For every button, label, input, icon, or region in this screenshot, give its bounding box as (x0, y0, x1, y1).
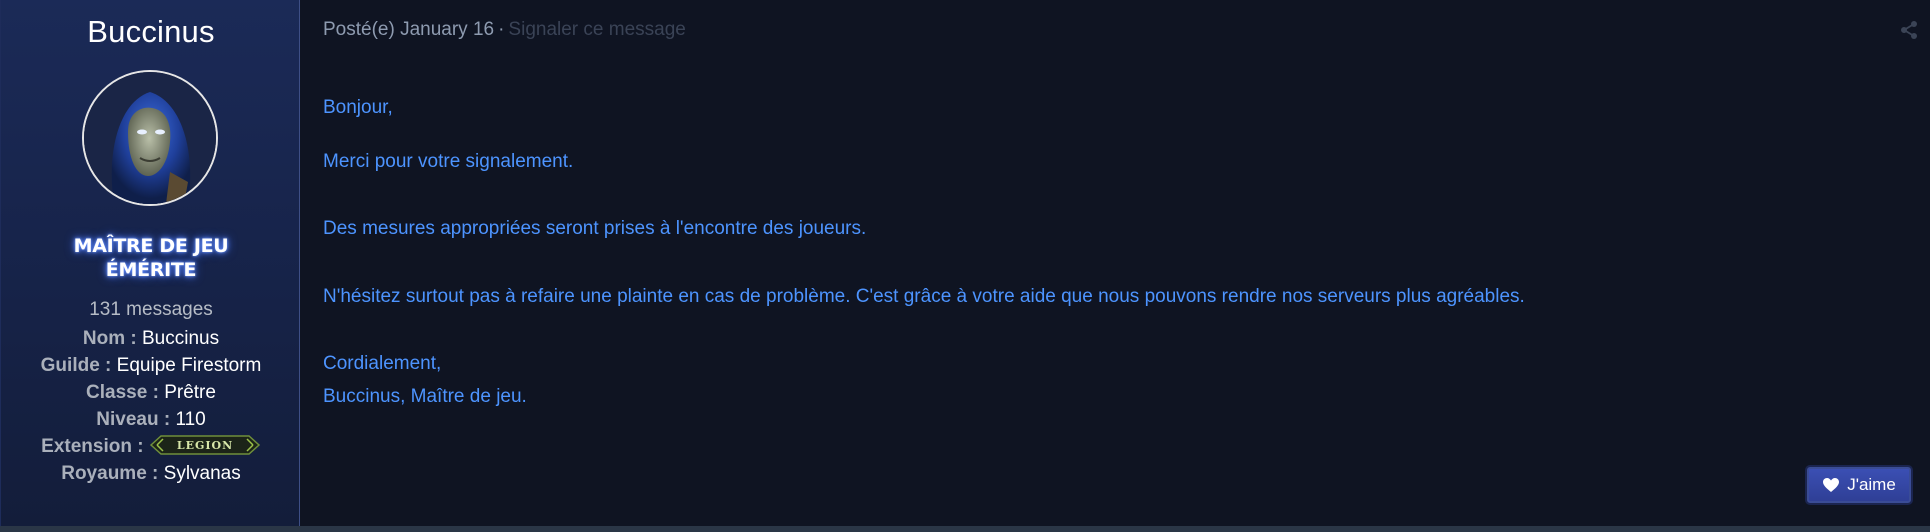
paragraph-closing: Cordialement, (323, 353, 442, 374)
paragraph-encouragement: N'hésitez surtout pas à refaire une plai… (323, 286, 1525, 307)
rank-title-line-2: ÉMÉRITE (105, 259, 197, 281)
info-row-guilde: Guilde : Equipe Firestorm (1, 352, 301, 379)
info-label: Nom : (82, 328, 137, 349)
paragraph-greeting: Bonjour, (323, 97, 393, 118)
info-row-extension: Extension : LEGION (1, 433, 301, 460)
info-value: Prêtre (164, 382, 216, 403)
info-label: Niveau : (96, 409, 171, 430)
info-label: Guilde : (40, 355, 112, 376)
post-divider (0, 526, 1930, 532)
info-label: Extension : (41, 436, 144, 457)
like-button[interactable]: J'aime (1807, 467, 1911, 503)
report-post-link[interactable]: Signaler ce message (508, 19, 685, 40)
post-meta: Posté(e) January 16 · Signaler ce message (323, 19, 686, 41)
paragraph-measures: Des mesures appropriées seront prises à … (323, 218, 867, 239)
info-row-niveau: Niveau : 110 (1, 406, 301, 433)
info-label: Royaume : (61, 463, 159, 484)
paragraph-signature: Buccinus, Maître de jeu. (323, 386, 527, 407)
legion-logo-text: LEGION (177, 439, 233, 452)
paragraph-thanks: Merci pour votre signalement. (323, 151, 574, 172)
forum-post: Buccinus MAÎTRE DE JEU ÉMÉRITE 131 messa… (0, 0, 1930, 526)
share-icon[interactable] (1900, 20, 1918, 40)
author-name[interactable]: Buccinus (1, 14, 301, 50)
info-value: Buccinus (142, 328, 220, 349)
info-row-nom: Nom : Buccinus (1, 325, 301, 352)
author-info-list: Nom : Buccinus Guilde : Equipe Firestorm… (1, 325, 301, 487)
info-value: Sylvanas (163, 463, 241, 484)
info-row-classe: Classe : Prêtre (1, 379, 301, 406)
legion-logo-icon: LEGION (149, 434, 261, 456)
rank-title-line-1: MAÎTRE DE JEU (73, 235, 229, 257)
info-label: Classe : (86, 382, 159, 403)
rank-title: MAÎTRE DE JEU ÉMÉRITE (1, 234, 301, 282)
info-value: 110 (175, 409, 206, 430)
heart-icon (1823, 478, 1840, 492)
info-value: Equipe Firestorm (116, 355, 262, 376)
meta-separator: · (498, 19, 505, 40)
message-count[interactable]: 131 messages (1, 299, 301, 321)
author-panel: Buccinus MAÎTRE DE JEU ÉMÉRITE 131 messa… (0, 0, 300, 526)
post-date-link[interactable]: Posté(e) January 16 (323, 19, 494, 40)
info-row-royaume: Royaume : Sylvanas (1, 460, 301, 487)
like-label: J'aime (1847, 475, 1896, 494)
author-avatar[interactable] (82, 70, 218, 206)
